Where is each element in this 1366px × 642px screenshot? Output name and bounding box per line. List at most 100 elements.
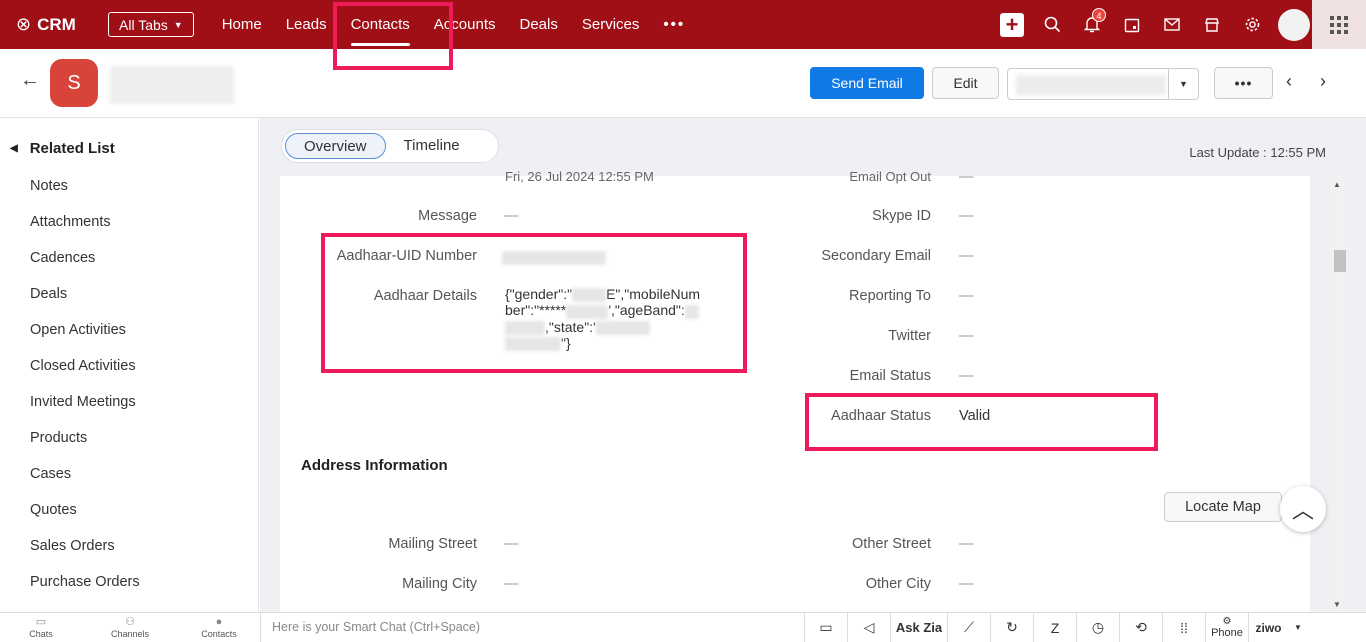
create-button[interactable]: + xyxy=(992,0,1032,49)
related-list-label: Related List xyxy=(29,140,115,157)
chats-button[interactable]: ▭ Chats xyxy=(11,615,71,639)
mailing-street-label: Mailing Street xyxy=(388,536,477,552)
next-record-icon[interactable]: › xyxy=(1320,71,1326,92)
reporting-to-label: Reporting To xyxy=(849,288,931,304)
secondary-email-value[interactable]: — xyxy=(959,248,974,264)
notifications-button[interactable]: 4 xyxy=(1072,0,1112,49)
related-item-cases[interactable]: Cases xyxy=(30,464,140,500)
highlight-contacts xyxy=(333,2,453,70)
owner-value-redacted xyxy=(1016,75,1166,95)
collapse-icon[interactable]: ◀ xyxy=(10,143,18,154)
mail-icon xyxy=(1164,18,1180,31)
flow-icon[interactable]: ↻ xyxy=(990,613,1033,642)
nav-home[interactable]: Home xyxy=(210,0,274,49)
locate-map-button[interactable]: Locate Map xyxy=(1164,492,1282,522)
scrollbar-thumb[interactable] xyxy=(1334,250,1346,272)
expand-down-icon[interactable]: ▼ xyxy=(1288,613,1308,642)
other-city-value[interactable]: — xyxy=(959,576,974,592)
analytics-icon[interactable]: ⟋ xyxy=(947,613,990,642)
tab-overview[interactable]: Overview xyxy=(285,133,386,159)
marketplace-button[interactable] xyxy=(1192,0,1232,49)
secondary-email-label: Secondary Email xyxy=(821,248,931,264)
screen-share-icon[interactable]: ▭ xyxy=(804,613,847,642)
message-value[interactable]: — xyxy=(504,208,519,224)
related-item-purchase-orders[interactable]: Purchase Orders xyxy=(30,572,140,608)
record-tabs: Overview Timeline xyxy=(281,129,499,163)
record-name-redacted xyxy=(110,66,234,104)
related-item-attachments[interactable]: Attachments xyxy=(30,212,140,248)
related-item-deals[interactable]: Deals xyxy=(30,284,140,320)
channels-button[interactable]: ⚇ Channels xyxy=(100,615,160,639)
related-item-invited-meetings[interactable]: Invited Meetings xyxy=(30,392,140,428)
zia-icon[interactable]: Z xyxy=(1033,613,1076,642)
related-list-title[interactable]: ◀ Related List xyxy=(10,140,115,157)
crm-logo-icon: ⊗ xyxy=(16,14,32,34)
apps-icon[interactable]: ⁞⁞ xyxy=(1162,613,1205,642)
app-name: CRM xyxy=(37,14,76,34)
apps-grid-icon xyxy=(1330,15,1348,34)
profile-button[interactable] xyxy=(1272,0,1312,49)
related-item-closed-activities[interactable]: Closed Activities xyxy=(30,356,140,392)
mailing-street-value[interactable]: — xyxy=(504,536,519,552)
gear-icon xyxy=(1245,17,1259,32)
tab-timeline[interactable]: Timeline xyxy=(386,133,478,159)
nav-more-button[interactable]: ••• xyxy=(651,0,697,49)
related-item-open-activities[interactable]: Open Activities xyxy=(30,320,140,356)
all-tabs-dropdown[interactable]: All Tabs ▼ xyxy=(108,12,194,37)
ziwo-brand[interactable]: ziwo xyxy=(1248,613,1288,642)
contacts-label: Contacts xyxy=(201,629,237,639)
record-owner-select[interactable]: ▼ xyxy=(1007,68,1199,100)
apps-launcher[interactable] xyxy=(1312,0,1366,49)
email-opt-out-value: — xyxy=(959,169,974,185)
search-button[interactable] xyxy=(1032,0,1072,49)
related-item-sales-orders[interactable]: Sales Orders xyxy=(30,536,140,572)
related-item-notes[interactable]: Notes xyxy=(30,176,140,212)
crm-logo[interactable]: ⊗ CRM xyxy=(16,14,94,35)
notification-badge: 4 xyxy=(1092,8,1106,22)
skype-id-value[interactable]: — xyxy=(959,208,974,224)
channels-label: Channels xyxy=(110,629,150,639)
history-icon[interactable]: ⟲ xyxy=(1119,613,1162,642)
mailing-city-value[interactable]: — xyxy=(504,576,519,592)
edit-button[interactable]: Edit xyxy=(932,67,999,99)
related-item-quotes[interactable]: Quotes xyxy=(30,500,140,536)
highlight-aadhaar-status xyxy=(805,393,1158,451)
skype-id-label: Skype ID xyxy=(872,208,931,224)
phone-button[interactable]: ⚙ Phone xyxy=(1205,613,1248,642)
related-list: Notes Attachments Cadences Deals Open Ac… xyxy=(30,176,140,608)
previous-record-icon[interactable]: ‹ xyxy=(1286,71,1292,92)
record-header: ← S Send Email Edit ▼ ••• ‹ › xyxy=(0,49,1366,118)
other-city-label: Other City xyxy=(865,576,931,592)
alarm-icon[interactable]: ◷ xyxy=(1076,613,1119,642)
scroll-up-icon[interactable]: ▲ xyxy=(1333,180,1341,189)
scroll-to-top-button[interactable]: ︿ xyxy=(1280,486,1326,532)
highlight-aadhaar-details xyxy=(321,233,747,373)
reporting-to-value[interactable]: — xyxy=(959,288,974,304)
calendar-icon xyxy=(1124,18,1140,32)
back-arrow-icon[interactable]: ← xyxy=(20,69,40,92)
person-icon: ● xyxy=(215,616,223,628)
related-item-cadences[interactable]: Cadences xyxy=(30,248,140,284)
nav-services[interactable]: Services xyxy=(570,0,652,49)
channels-icon: ⚇ xyxy=(125,616,135,628)
details-scrollbar[interactable]: ▲ ▼ xyxy=(1330,176,1346,612)
nav-leads[interactable]: Leads xyxy=(274,0,339,49)
chevron-up-icon: ︿ xyxy=(1291,498,1314,523)
calendar-button[interactable] xyxy=(1112,0,1152,49)
address-section-title: Address Information xyxy=(301,457,448,474)
ask-zia-button[interactable]: Ask Zia xyxy=(890,613,947,642)
settings-button[interactable] xyxy=(1232,0,1272,49)
megaphone-icon[interactable]: ◁ xyxy=(847,613,890,642)
twitter-value[interactable]: — xyxy=(959,328,974,344)
nav-deals[interactable]: Deals xyxy=(508,0,570,49)
more-actions-button[interactable]: ••• xyxy=(1214,67,1273,99)
related-item-products[interactable]: Products xyxy=(30,428,140,464)
send-email-button[interactable]: Send Email xyxy=(810,67,924,99)
contacts-button[interactable]: ● Contacts xyxy=(189,615,249,639)
caret-down-icon: ▼ xyxy=(1168,69,1198,99)
smart-chat-input[interactable]: Here is your Smart Chat (Ctrl+Space) xyxy=(260,613,804,642)
email-status-value[interactable]: — xyxy=(959,368,974,384)
mail-button[interactable] xyxy=(1152,0,1192,49)
other-street-value[interactable]: — xyxy=(959,536,974,552)
scroll-down-icon[interactable]: ▼ xyxy=(1333,600,1341,609)
